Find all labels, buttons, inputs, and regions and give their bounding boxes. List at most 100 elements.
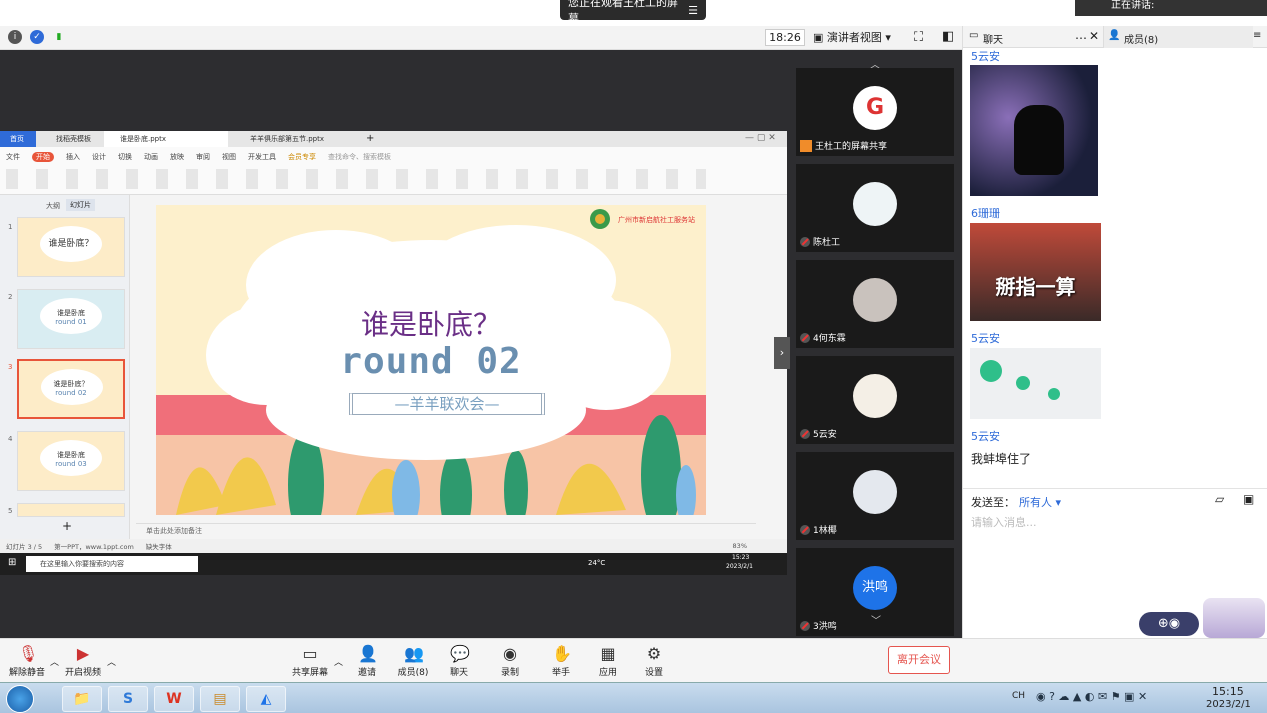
ribbon-tools[interactable] xyxy=(6,169,706,189)
menu-design[interactable]: 设计 xyxy=(92,152,106,162)
avatar xyxy=(853,278,897,322)
more-icon[interactable]: … xyxy=(1075,28,1087,42)
tab-templates[interactable]: 找稻壳模板 xyxy=(40,131,104,147)
add-slide-icon[interactable]: + xyxy=(62,519,72,533)
language-indicator[interactable]: CH xyxy=(1012,691,1025,701)
fullscreen-icon[interactable]: ⛶ xyxy=(914,30,923,45)
button-label: 邀请 xyxy=(357,668,376,678)
button-label: 设置 xyxy=(644,668,663,678)
windows-start-icon[interactable] xyxy=(6,685,34,713)
notes-area[interactable]: 单击此处添加备注 xyxy=(136,523,756,535)
chat-sender: 6珊珊 xyxy=(971,207,1000,220)
tray-icons[interactable]: ◉ ? ☁ ▲ ◐ ✉ ⚑ ▣ ✕ xyxy=(1036,690,1147,703)
chat-image-galaxy[interactable] xyxy=(970,65,1098,196)
thumb-sub: round 02 xyxy=(55,389,87,397)
video-tile-2[interactable]: 陈杜工 xyxy=(796,164,954,252)
slide-thumb-4[interactable]: 谁是卧底 round 03 xyxy=(17,431,125,491)
view-select[interactable]: ▣ 演讲者视图 ▾ xyxy=(813,29,901,46)
signal-icon[interactable]: ▮ xyxy=(52,30,66,44)
menu-search[interactable]: 查找命令、搜索模板 xyxy=(328,152,391,162)
unmute-button[interactable]: 🎙 解除静音 xyxy=(2,645,52,679)
menu-member[interactable]: 会员专享 xyxy=(288,152,316,162)
video-tile-share[interactable]: G 王杜工的屏幕共享 xyxy=(796,68,954,156)
share-screen-button[interactable]: ▭ 共享屏幕 xyxy=(285,645,335,679)
close-icon[interactable]: ✕ xyxy=(1089,29,1099,43)
menu-icon[interactable]: ≡ xyxy=(1253,30,1261,41)
participant-name: 陈杜工 xyxy=(813,238,841,248)
menu-start[interactable]: 开始 xyxy=(32,152,54,162)
zoom-level[interactable]: 83% xyxy=(733,542,747,550)
members-button[interactable]: 👥 成员(8) xyxy=(388,645,438,679)
menu-review[interactable]: 审阅 xyxy=(196,152,210,162)
windows-start-icon[interactable]: ⊞ xyxy=(8,557,16,568)
menu-developer[interactable]: 开发工具 xyxy=(248,152,276,162)
slide-thumb-2[interactable]: 谁是卧底 round 01 xyxy=(17,289,125,349)
tab-slides[interactable]: 幻灯片 xyxy=(66,199,95,211)
send-to-label: 发送至： xyxy=(971,496,1015,509)
shield-icon[interactable]: ✓ xyxy=(30,30,44,44)
menu-animation[interactable]: 动画 xyxy=(144,152,158,162)
collapse-strip-button[interactable]: › xyxy=(774,337,790,369)
tab-outline[interactable]: 大纲 xyxy=(46,201,60,211)
thumb-title: 谁是卧底？ xyxy=(53,380,89,388)
menu-transition[interactable]: 切换 xyxy=(118,152,132,162)
tab-home[interactable]: 首页 xyxy=(0,131,36,147)
menu-slideshow[interactable]: 放映 xyxy=(170,152,184,162)
info-icon[interactable]: i xyxy=(8,30,22,44)
invite-button[interactable]: 👤 邀请 xyxy=(342,645,392,679)
inner-search-input[interactable]: 在这里输入你要搜索的内容 xyxy=(26,556,198,572)
slide-thumb-1[interactable]: 谁是卧底？ xyxy=(17,217,125,277)
chat-image-sticker[interactable] xyxy=(970,348,1101,419)
send-to-select[interactable]: 所有人 ▾ xyxy=(1019,494,1061,510)
chat-input[interactable]: 请输入消息... xyxy=(971,514,1261,534)
chat-button[interactable]: 💬 聊天 xyxy=(434,645,484,679)
video-tile-3[interactable]: 4何东霖 xyxy=(796,260,954,348)
tab-members-wrap[interactable]: 👤 成员(8) xyxy=(1103,26,1253,48)
anime-avatar xyxy=(1203,598,1265,638)
slide-number: 1 xyxy=(8,223,13,231)
participant-name: 3洪鸣 xyxy=(813,622,837,632)
slide-number: 5 xyxy=(8,507,13,515)
slide-thumb-3[interactable]: 谁是卧底？ round 02 xyxy=(17,359,125,419)
tab-chat[interactable]: 聊天 xyxy=(983,31,1003,46)
chat-image-meme[interactable]: 掰指一算 xyxy=(970,223,1101,321)
menu-view[interactable]: 视图 xyxy=(222,152,236,162)
raise-hand-button[interactable]: ✋ 举手 xyxy=(536,645,586,679)
file-icon[interactable]: ▱ xyxy=(1215,492,1224,506)
button-label: 应用 xyxy=(598,668,617,678)
video-tile-6[interactable]: 洪鸣 ﹀ 3洪鸣 xyxy=(796,548,954,636)
taskbar-app-wps[interactable]: W xyxy=(154,686,194,712)
chat-icon: ▭ xyxy=(969,30,979,41)
chevron-up-icon[interactable]: ︿ xyxy=(107,655,116,668)
slide-round: round 02 xyxy=(340,341,522,382)
video-tile-4[interactable]: 5云安 xyxy=(796,356,954,444)
taskbar-app-explorer[interactable]: ▤ xyxy=(200,686,240,712)
settings-button[interactable]: ⚙ 设置 xyxy=(629,644,679,679)
taskbar-app-folder[interactable]: 📁 xyxy=(62,686,102,712)
tab-current-ppt[interactable]: 谁是卧底.pptx xyxy=(104,131,228,147)
window-controls-icon[interactable]: — ▢ ✕ xyxy=(745,133,776,143)
sidebar-toggle-icon[interactable]: ◧ xyxy=(942,29,954,44)
menu-insert[interactable]: 插入 xyxy=(66,152,80,162)
slide-canvas[interactable]: 广州市新启航社工服务站 谁是卧底？ round 02 —羊羊联欢会— xyxy=(156,205,706,515)
cat-silhouette xyxy=(1014,105,1064,175)
taskbar-app-sogou[interactable]: S xyxy=(108,686,148,712)
screenshot-icon[interactable]: ▣ xyxy=(1243,492,1254,506)
leave-meeting-button[interactable]: 离开会议 xyxy=(888,646,950,674)
start-video-button[interactable]: ▶ 开启视频 xyxy=(58,645,108,679)
apps-button[interactable]: ▦ 应用 xyxy=(583,645,633,679)
chevron-down-icon[interactable]: ﹀ xyxy=(871,612,881,627)
menu-icon[interactable]: ☰ xyxy=(688,4,698,17)
add-tab-icon[interactable]: + xyxy=(366,133,374,144)
tab-other-ppt[interactable]: 羊羊俱乐部第五节.pptx xyxy=(234,131,364,147)
status-font[interactable]: 缺失字体 xyxy=(146,541,172,551)
record-button[interactable]: ◉ 录制 xyxy=(485,645,535,679)
menu-file[interactable]: 文件 xyxy=(6,152,20,162)
video-tile-5[interactable]: 1林椰 xyxy=(796,452,954,540)
watching-label: 您正在观看王杜工的屏幕 xyxy=(568,0,678,25)
participant-name: 1林椰 xyxy=(813,526,837,536)
gear-icon: ⚙ xyxy=(646,644,662,663)
slide-thumb-5[interactable] xyxy=(17,503,125,517)
taskbar-app-meeting[interactable]: ◭ xyxy=(246,686,286,712)
wps-window: 首页 找稻壳模板 谁是卧底.pptx 羊羊俱乐部第五节.pptx + — ▢ ✕… xyxy=(0,131,787,575)
